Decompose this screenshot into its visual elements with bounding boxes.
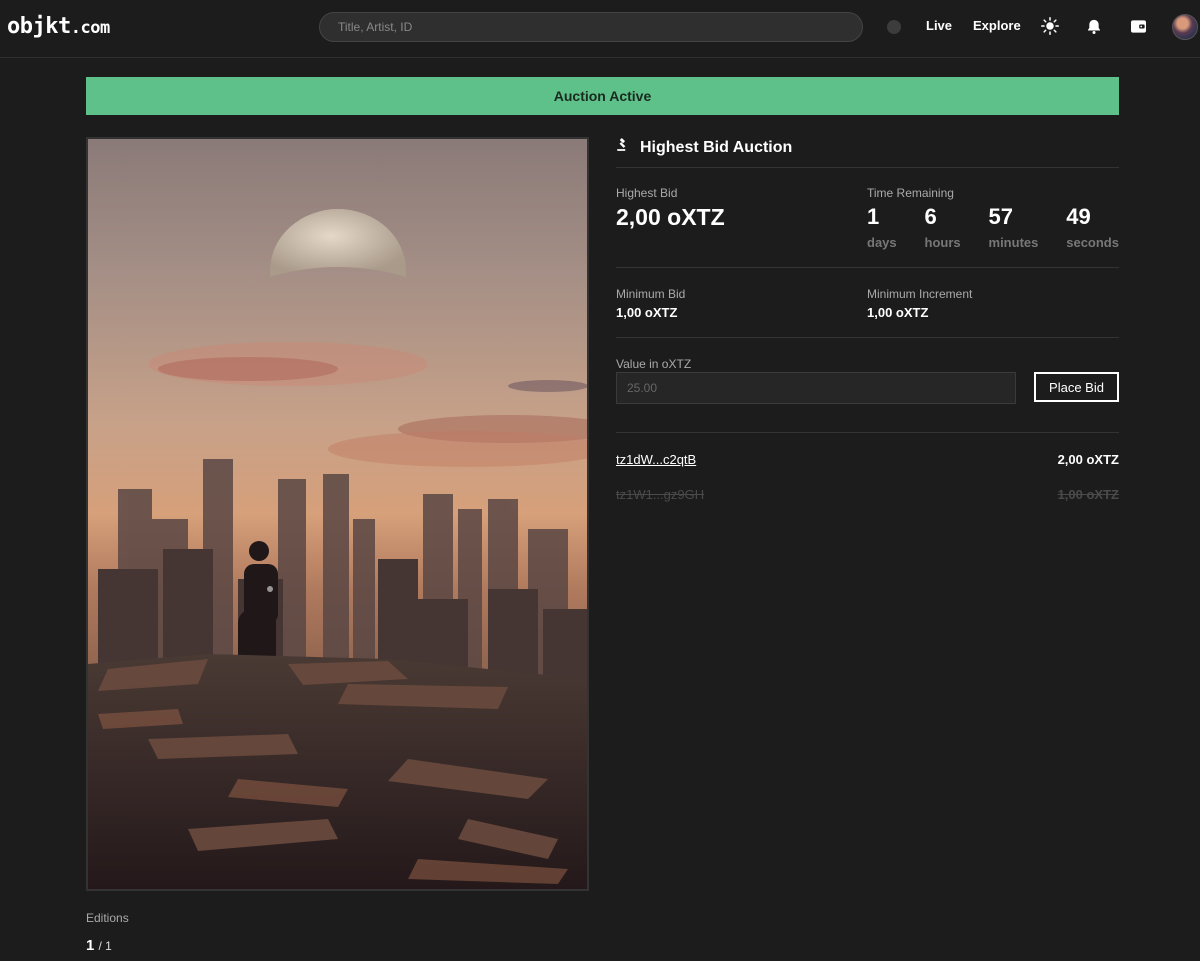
editions-current: 1 (86, 937, 95, 954)
artwork-image[interactable] (86, 137, 589, 891)
bidder-address-link[interactable]: tz1W1...gz9GH (616, 487, 704, 502)
search-input[interactable] (319, 12, 863, 42)
auction-status-banner: Auction Active (86, 77, 1119, 115)
sun-icon[interactable] (1039, 15, 1061, 37)
bidder-address-link[interactable]: tz1dW...c2qtB (616, 452, 696, 467)
nav-explore-link[interactable]: Explore (973, 18, 1021, 33)
bid-amount: 2,00 oXTZ (1057, 452, 1119, 467)
logo-main-text: objkt (7, 14, 71, 39)
divider (616, 167, 1119, 168)
timer-days: 1 days (867, 204, 897, 251)
minimum-bid-value: 1,00 oXTZ (616, 305, 678, 320)
timer-seconds: 49 seconds (1066, 204, 1119, 251)
minimum-increment-label: Minimum Increment (867, 287, 973, 301)
bid-value-label: Value in oXTZ (616, 357, 692, 371)
artwork-illustration (88, 139, 587, 889)
logo-domain-text: .com (70, 18, 110, 38)
bid-history-row-outbid: tz1W1...gz9GH 1,00 oXTZ (616, 487, 1119, 502)
minimum-bid-label: Minimum Bid (616, 287, 686, 301)
editions-label: Editions (86, 911, 129, 925)
wallet-icon[interactable] (1127, 15, 1149, 37)
bid-amount-input[interactable] (616, 372, 1016, 404)
highest-bid-label: Highest Bid (616, 186, 678, 200)
highest-bid-value: 2,00 oXTZ (616, 204, 725, 230)
timer-hours: 6 hours (924, 204, 961, 251)
timer-minutes: 57 minutes (988, 204, 1039, 251)
auction-title: Highest Bid Auction (616, 138, 792, 157)
editions-total: / 1 (98, 939, 112, 953)
place-bid-button[interactable]: Place Bid (1034, 372, 1119, 402)
user-avatar[interactable] (1172, 14, 1198, 40)
bid-amount: 1,00 oXTZ (1057, 487, 1119, 502)
minimum-increment-value: 1,00 oXTZ (867, 305, 929, 320)
objkt-logo[interactable]: objkt.com (7, 14, 110, 39)
top-navigation-bar: objkt.com Live Explore (0, 0, 1200, 58)
auction-title-text: Highest Bid Auction (640, 138, 793, 156)
nav-live-link[interactable]: Live (926, 18, 952, 33)
network-status-dot (887, 20, 901, 34)
divider (616, 432, 1119, 433)
gavel-icon (616, 138, 630, 157)
bell-icon[interactable] (1083, 15, 1105, 37)
bid-history-row: tz1dW...c2qtB 2,00 oXTZ (616, 452, 1119, 467)
countdown-timer: 1 days 6 hours 57 minutes 49 seconds (867, 204, 1119, 251)
divider (616, 337, 1119, 338)
time-remaining-label: Time Remaining (867, 186, 954, 200)
divider (616, 267, 1119, 268)
editions-count: 1 / 1 (86, 937, 112, 954)
